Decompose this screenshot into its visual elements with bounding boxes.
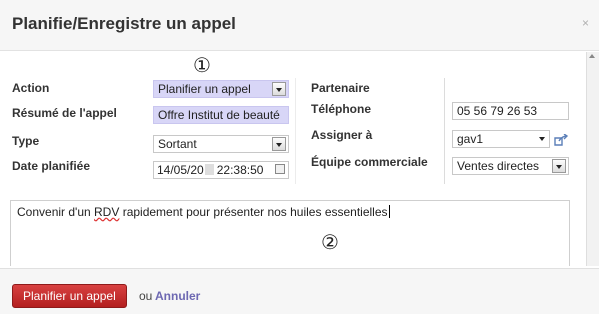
notes-text-rdv: RDV xyxy=(94,205,120,219)
phone-input[interactable]: 05 56 79 26 53 xyxy=(452,102,569,120)
chevron-down-icon xyxy=(272,82,286,96)
sales-team-label: Équipe commerciale xyxy=(311,155,428,169)
schedule-call-button[interactable]: Planifier un appel xyxy=(12,284,127,308)
action-value: Planifier un appel xyxy=(158,82,251,96)
summary-input[interactable]: Offre Institut de beauté xyxy=(153,106,289,124)
notes-text-after: rapidement pour présenter nos huiles ess… xyxy=(119,205,388,219)
type-label: Type xyxy=(12,134,40,148)
dialog-title: Planifie/Enregistre un appel xyxy=(12,14,236,33)
type-select[interactable]: Sortant xyxy=(153,135,289,153)
assign-value: gav1 xyxy=(457,132,484,146)
time-value: 22:38:50 xyxy=(216,163,264,177)
marker-two: ② xyxy=(321,232,339,254)
action-select[interactable]: Planifier un appel xyxy=(153,80,289,98)
close-icon[interactable]: × xyxy=(582,16,589,30)
cancel-link[interactable]: Annuler xyxy=(155,289,200,303)
external-link-icon[interactable] xyxy=(554,134,568,146)
right-divider xyxy=(444,78,445,184)
assign-select[interactable]: gav1 xyxy=(452,130,550,148)
chevron-down-icon xyxy=(539,137,545,141)
date-label: Date planifiée xyxy=(12,159,91,173)
scrollbar[interactable] xyxy=(586,52,599,266)
chevron-down-icon xyxy=(552,159,566,173)
marker-one: ① xyxy=(193,55,211,77)
date-blur xyxy=(204,164,214,175)
or-text: ou xyxy=(139,289,153,303)
phone-label: Téléphone xyxy=(311,102,372,116)
dialog-header: Planifie/Enregistre un appel × xyxy=(0,0,599,51)
summary-value: Offre Institut de beauté xyxy=(158,108,280,122)
notes-textarea[interactable]: Convenir d'un RDV rapidement pour présen… xyxy=(10,200,570,266)
sales-team-select[interactable]: Ventes directes xyxy=(452,157,569,175)
date-input[interactable]: 14/05/20 22:38:50 xyxy=(153,161,289,179)
partner-label: Partenaire xyxy=(311,81,370,95)
scroll-up-icon[interactable] xyxy=(589,54,595,58)
type-value: Sortant xyxy=(158,137,197,151)
column-separator xyxy=(295,78,296,184)
notes-text-before: Convenir d'un xyxy=(17,205,95,219)
action-label: Action xyxy=(12,81,50,95)
date-value: 14/05/20 xyxy=(157,163,204,177)
assign-label: Assigner à xyxy=(311,128,373,142)
dialog-footer: Planifier un appel ou Annuler xyxy=(0,268,599,314)
text-caret xyxy=(388,205,390,218)
summary-label: Résumé de l'appel xyxy=(12,106,117,120)
phone-value: 05 56 79 26 53 xyxy=(457,104,538,118)
calendar-icon[interactable] xyxy=(275,164,285,174)
chevron-down-icon xyxy=(272,137,286,151)
sales-team-value: Ventes directes xyxy=(457,159,540,173)
